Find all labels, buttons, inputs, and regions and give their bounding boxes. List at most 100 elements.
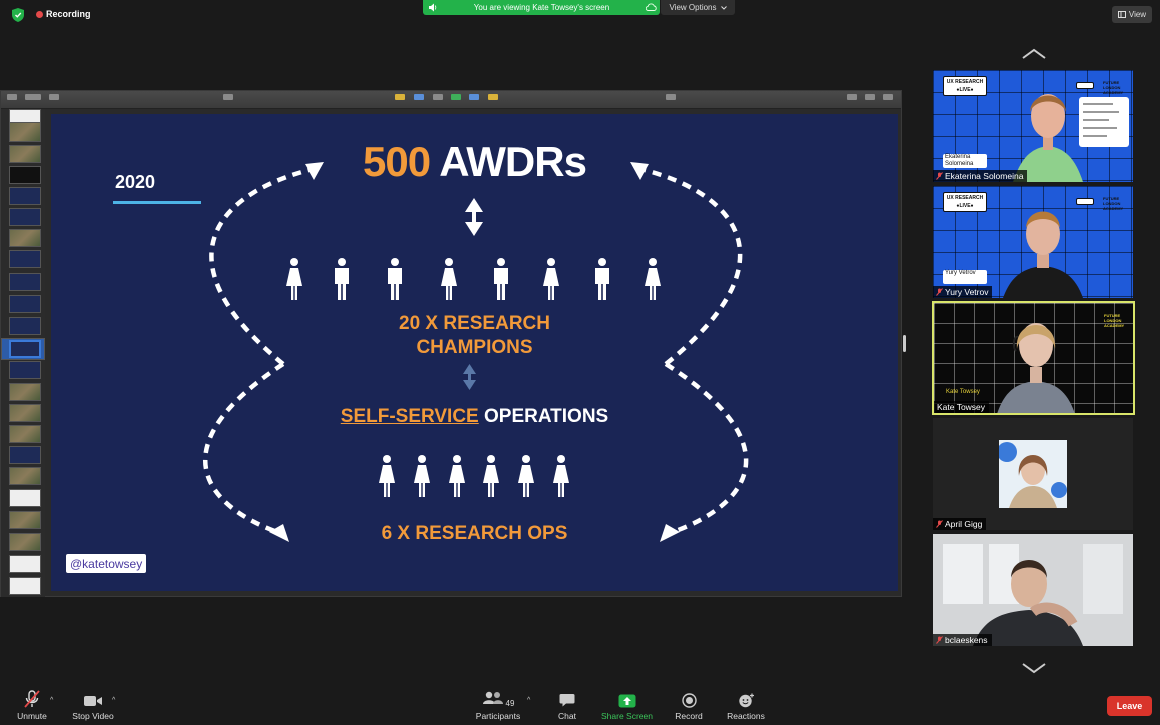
person-female-icon xyxy=(645,258,661,300)
keynote-add-slide-tool[interactable] xyxy=(49,94,59,106)
person-female-icon xyxy=(483,455,499,497)
participants-count: 49 xyxy=(505,699,515,708)
keynote-media-tool[interactable] xyxy=(469,94,479,106)
slide-thumbnail[interactable] xyxy=(9,295,41,313)
person-female-icon xyxy=(414,455,430,497)
participant-video xyxy=(1013,94,1083,182)
slide-thumbnail[interactable] xyxy=(9,145,41,163)
keynote-document-tool[interactable] xyxy=(883,94,893,106)
participant-name-label: bclaeskens xyxy=(933,634,992,646)
participant-name: Yury Vetrov xyxy=(945,287,989,297)
keynote-table-tool[interactable] xyxy=(395,94,405,106)
slide-thumbnail[interactable] xyxy=(9,425,41,443)
share-screen-button[interactable]: Share Screen xyxy=(598,686,656,725)
reactions-button[interactable]: Reactions xyxy=(724,686,768,725)
champions-line-2: CHAMPIONS xyxy=(416,337,533,358)
muted-mic-icon xyxy=(936,288,943,296)
slide-thumbnail[interactable] xyxy=(9,317,41,335)
muted-mic-icon xyxy=(936,172,943,180)
chat-bubble-icon xyxy=(559,694,575,707)
top-status-bar: Recording You are viewing Kate Towsey's … xyxy=(0,0,1160,30)
unmute-button[interactable]: Unmute xyxy=(14,686,50,725)
slide-thumbnail[interactable] xyxy=(9,446,41,464)
future-logo: FUTURE LONDON ACADEMY xyxy=(1104,313,1125,328)
record-button[interactable]: Record xyxy=(672,686,706,725)
shield-icon[interactable] xyxy=(12,8,24,22)
keynote-shape-tool[interactable] xyxy=(451,94,461,106)
keynote-text-tool[interactable] xyxy=(433,94,443,106)
participant-name-label: April Gigg xyxy=(933,518,987,530)
audio-options-caret-icon[interactable]: ^ xyxy=(50,697,53,704)
stop-video-button[interactable]: Stop Video xyxy=(70,686,116,725)
participant-tile-4[interactable]: April Gigg xyxy=(933,418,1133,530)
agenda-card xyxy=(1079,97,1129,147)
view-options-button[interactable]: View Options xyxy=(661,0,735,15)
slide-thumbnail[interactable] xyxy=(9,361,41,379)
keynote-collaborate-tool[interactable] xyxy=(666,94,676,106)
slide-thumbnail[interactable] xyxy=(9,404,41,422)
participant-tile-1[interactable]: UX RESEARCH ●LIVE● FUTURE LONDON ACADEMY… xyxy=(933,70,1133,182)
slide-thumbnail[interactable] xyxy=(9,122,41,142)
slide-thumbnail[interactable] xyxy=(9,273,41,291)
participant-name-label: Ekaterina Solomeina xyxy=(933,170,1028,182)
viewing-banner: You are viewing Kate Towsey's screen xyxy=(423,0,660,15)
participant-name: bclaeskens xyxy=(945,635,988,645)
participant-tile-5[interactable]: bclaeskens xyxy=(933,534,1133,646)
slide-thumbnail[interactable] xyxy=(9,166,41,184)
slide-thumbnail[interactable] xyxy=(9,533,41,551)
ux-research-text: UX RESEARCH xyxy=(946,79,984,85)
speaker-icon xyxy=(429,3,437,12)
keynote-zoom-tool[interactable] xyxy=(25,94,41,106)
participants-button[interactable]: 49 Participants xyxy=(474,686,522,725)
future-logo: FUTURE LONDON ACADEMY xyxy=(1103,80,1124,95)
slide-thumbnail[interactable] xyxy=(9,511,41,529)
chat-button[interactable]: Chat xyxy=(552,686,582,725)
splitter-handle[interactable] xyxy=(903,335,906,352)
chevron-down-icon[interactable] xyxy=(1022,662,1046,674)
participant-tile-3-active-speaker[interactable]: FUTURE LONDON ACADEMY Kate Towsey Kate T… xyxy=(932,301,1135,415)
person-male-icon xyxy=(494,258,508,300)
slide-thumbnail-selected[interactable] xyxy=(9,340,41,358)
live-text: ●LIVE● xyxy=(956,203,974,209)
slide-thumbnail[interactable] xyxy=(9,467,41,485)
keynote-chart-tool[interactable] xyxy=(414,94,424,106)
view-button[interactable]: View xyxy=(1112,6,1152,23)
keynote-format-tool[interactable] xyxy=(847,94,857,106)
self-service-text: SELF-SERVICE xyxy=(340,406,479,427)
video-options-caret-icon[interactable]: ^ xyxy=(112,697,115,704)
participant-name: Kate Towsey xyxy=(937,402,986,412)
participant-name: April Gigg xyxy=(945,519,983,529)
slide-thumbnail[interactable] xyxy=(9,577,41,595)
keynote-view-tool[interactable] xyxy=(7,94,17,106)
muted-microphone-icon xyxy=(24,690,40,708)
slide-thumbnail[interactable] xyxy=(9,555,41,573)
person-female-icon xyxy=(518,455,534,497)
recording-label[interactable]: Recording xyxy=(46,9,91,19)
viewing-banner-text: You are viewing Kate Towsey's screen xyxy=(473,3,610,12)
person-female-icon xyxy=(286,258,302,300)
ux-research-badge: UX RESEARCH ●LIVE● xyxy=(943,76,987,96)
video-camera-icon xyxy=(84,696,102,706)
keynote-animate-tool[interactable] xyxy=(865,94,875,106)
twitter-handle: @katetowsey xyxy=(66,554,147,573)
keynote-comment-tool[interactable] xyxy=(488,94,498,106)
person-female-icon xyxy=(543,258,559,300)
participant-tile-2[interactable]: UX RESEARCH ●LIVE● FUTURE LONDON ACADEMY… xyxy=(933,186,1133,298)
person-female-icon xyxy=(441,258,457,300)
slide-thumbnail[interactable] xyxy=(9,187,41,205)
participants-options-caret-icon[interactable]: ^ xyxy=(527,697,530,704)
slide-thumbnail[interactable] xyxy=(9,250,41,268)
chevron-up-icon[interactable] xyxy=(1022,48,1046,60)
video-nameplate: Yury Vetrov xyxy=(943,270,987,284)
keynote-play-tool[interactable] xyxy=(223,94,233,106)
ux-research-text: UX RESEARCH xyxy=(946,195,984,201)
record-label: Record xyxy=(675,711,703,721)
participant-avatar-photo xyxy=(999,440,1067,508)
slide-thumbnail[interactable] xyxy=(9,229,41,247)
slide-thumbnail[interactable] xyxy=(9,208,41,226)
person-female-icon xyxy=(379,455,395,497)
leave-button[interactable]: Leave xyxy=(1107,696,1152,716)
slide-thumbnail[interactable] xyxy=(9,383,41,401)
slide-thumbnail[interactable] xyxy=(9,489,41,507)
chat-label: Chat xyxy=(558,711,576,721)
